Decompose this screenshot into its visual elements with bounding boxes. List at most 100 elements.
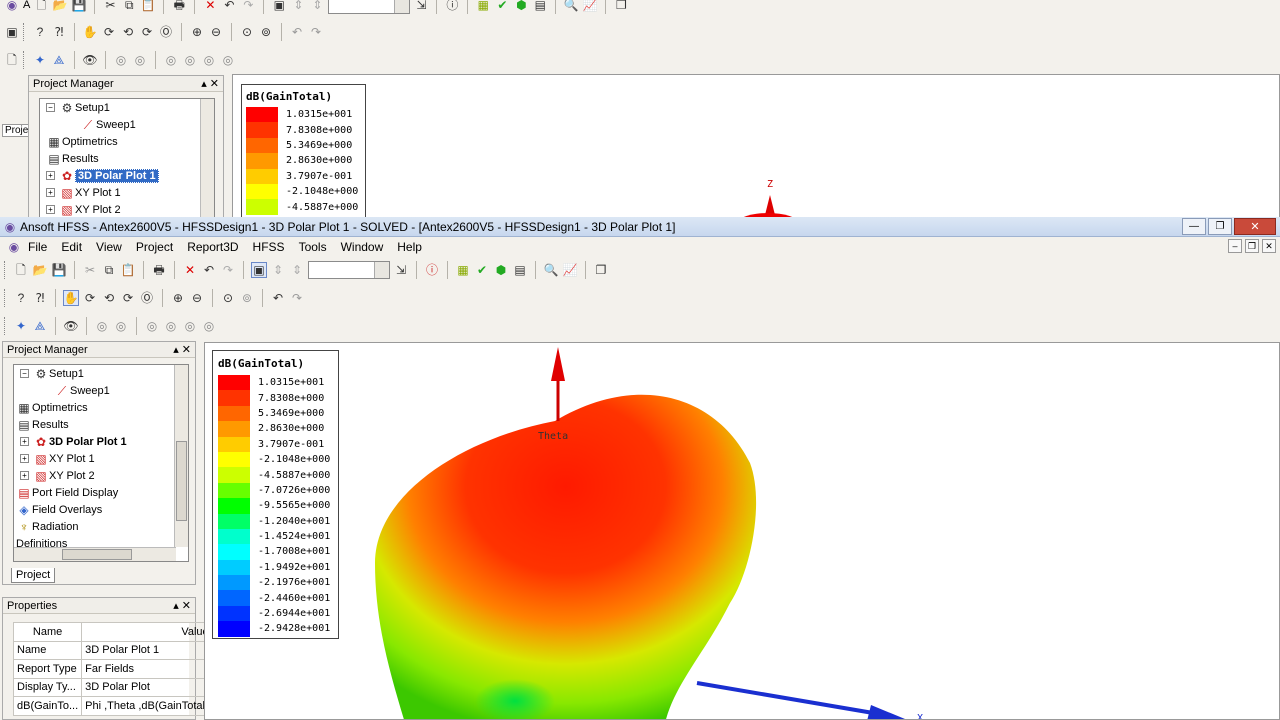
- mdi-minimize-button[interactable]: –: [1228, 239, 1242, 253]
- tree-optimetrics[interactable]: ▦ Optimetrics: [14, 399, 188, 416]
- context-help-icon[interactable]: ⁈: [32, 290, 48, 306]
- orient-icon[interactable]: Ⓞ: [158, 24, 174, 40]
- orient-icon[interactable]: Ⓞ: [139, 290, 155, 306]
- bg-tree-sweep[interactable]: ⟋ Sweep1: [40, 116, 214, 133]
- results-icon[interactable]: ▤: [532, 0, 548, 13]
- property-row[interactable]: Display Ty... 3D Polar Plot: [12, 677, 213, 697]
- grid-icon[interactable]: ⇲: [413, 0, 429, 13]
- menu-file[interactable]: File: [28, 240, 47, 254]
- eye-icon[interactable]: 👁: [82, 52, 98, 68]
- save-icon[interactable]: 💾: [71, 0, 87, 13]
- property-row[interactable]: dB(GainTo... Phi ,Theta ,dB(GainTotal): [12, 696, 213, 716]
- tree-results[interactable]: ▤ Results: [14, 416, 188, 433]
- draw-icon[interactable]: ✦: [32, 52, 48, 68]
- mdi-close-button[interactable]: ✕: [1262, 239, 1276, 253]
- menu-hfss[interactable]: HFSS: [253, 240, 285, 254]
- bg-tree-optimetrics[interactable]: ▦ Optimetrics: [40, 133, 214, 150]
- view2-icon[interactable]: ◎: [113, 318, 129, 334]
- properties-controls[interactable]: ▴ ✕: [173, 599, 191, 612]
- zoom-out-icon[interactable]: ⊖: [208, 24, 224, 40]
- print-icon[interactable]: 🖶: [171, 0, 187, 13]
- tree-xy-plot-1[interactable]: + ▧ XY Plot 1: [14, 450, 188, 467]
- tree-3d-polar-plot[interactable]: + ✿ 3D Polar Plot 1: [14, 433, 188, 450]
- layout-icon[interactable]: ❐: [613, 0, 629, 13]
- menu-project[interactable]: Project: [136, 240, 173, 254]
- undo-view-icon[interactable]: ↶: [270, 290, 286, 306]
- bg-side-tab[interactable]: Proje: [2, 124, 32, 137]
- fit-icon[interactable]: ⇕: [309, 0, 325, 13]
- tree-sweep1[interactable]: ⟋ Sweep1: [14, 382, 188, 399]
- tree-setup1[interactable]: − ⚙ Setup1: [14, 365, 188, 382]
- open-icon[interactable]: 📂: [52, 0, 68, 13]
- restore-button[interactable]: ❐: [1208, 218, 1232, 235]
- undo-icon[interactable]: ↶: [221, 0, 237, 13]
- menu-edit[interactable]: Edit: [61, 240, 82, 254]
- bg-tree-xy2[interactable]: + ▧ XY Plot 2: [40, 201, 214, 218]
- fit-sel-icon[interactable]: ⊚: [239, 290, 255, 306]
- property-row[interactable]: Name 3D Polar Plot 1: [12, 640, 213, 660]
- rotate3-icon[interactable]: ⟳: [139, 24, 155, 40]
- validate-icon[interactable]: ▦: [455, 262, 471, 278]
- hand-icon[interactable]: ✋: [82, 24, 98, 40]
- mdi-restore-button[interactable]: ❐: [1245, 239, 1259, 253]
- validate-icon[interactable]: ▦: [475, 0, 491, 13]
- bg-tree-results[interactable]: ▤ Results: [40, 150, 214, 167]
- select-icon[interactable]: ▣: [251, 262, 267, 278]
- view6-icon[interactable]: ◎: [201, 318, 217, 334]
- bg-tree-xy1[interactable]: + ▧ XY Plot 1: [40, 184, 214, 201]
- grid-icon[interactable]: ⇲: [393, 262, 409, 278]
- plot-viewport[interactable]: dB(GainTotal) 1.0315e+001 7.8308e+000 5.34…: [204, 342, 1280, 720]
- close-button[interactable]: ✕: [1234, 218, 1276, 235]
- print-icon[interactable]: 🖶: [151, 262, 167, 278]
- view2-icon[interactable]: ◎: [132, 52, 148, 68]
- tree-xy-plot-2[interactable]: + ▧ XY Plot 2: [14, 467, 188, 484]
- cut-icon[interactable]: ✂: [82, 262, 98, 278]
- check-icon[interactable]: ✔: [494, 0, 510, 13]
- cut-icon[interactable]: ✂: [102, 0, 118, 13]
- menu-window[interactable]: Window: [341, 240, 384, 254]
- bg-tree-scrollbar[interactable]: [200, 99, 214, 217]
- copy-icon[interactable]: ⧉: [121, 0, 137, 13]
- rotate3-icon[interactable]: ⟳: [120, 290, 136, 306]
- paste-icon[interactable]: 📋: [120, 262, 136, 278]
- col-name[interactable]: Name: [12, 622, 83, 642]
- polar-plot-3d[interactable]: Theta X: [205, 343, 1280, 720]
- check-icon[interactable]: ✔: [474, 262, 490, 278]
- new-icon[interactable]: 🗋: [33, 0, 49, 13]
- analyze-icon[interactable]: ⬢: [493, 262, 509, 278]
- fit-all-icon[interactable]: ⊙: [239, 24, 255, 40]
- delete-icon[interactable]: ✕: [202, 0, 218, 13]
- copy-icon[interactable]: ⧉: [101, 262, 117, 278]
- layout-icon[interactable]: ❐: [593, 262, 609, 278]
- bg-combo[interactable]: [328, 0, 411, 14]
- select-icon[interactable]: ▣: [271, 0, 287, 13]
- open-icon[interactable]: 📂: [32, 262, 48, 278]
- help-icon[interactable]: ?: [32, 24, 48, 40]
- view5-icon[interactable]: ◎: [201, 52, 217, 68]
- selection-combo[interactable]: [308, 261, 390, 279]
- results-icon[interactable]: ▤: [512, 262, 528, 278]
- bg-tree-polar[interactable]: + ✿ 3D Polar Plot 1: [40, 167, 214, 184]
- menu-tools[interactable]: Tools: [299, 240, 327, 254]
- menu-report3d[interactable]: Report3D: [187, 240, 238, 254]
- rotate2-icon[interactable]: ⟲: [101, 290, 117, 306]
- save-icon[interactable]: 💾: [51, 262, 67, 278]
- project-tab[interactable]: Project: [11, 568, 56, 583]
- zoom-out-icon[interactable]: ⊖: [189, 290, 205, 306]
- view5-icon[interactable]: ◎: [182, 318, 198, 334]
- view3-icon[interactable]: ◎: [144, 318, 160, 334]
- pan-icon[interactable]: ⇕: [270, 262, 286, 278]
- view1-icon[interactable]: ◎: [113, 52, 129, 68]
- fit-all-icon[interactable]: ⊙: [220, 290, 236, 306]
- zoom-in-icon[interactable]: ⊕: [170, 290, 186, 306]
- col-value[interactable]: Value: [81, 622, 213, 642]
- hand-icon[interactable]: ✋: [63, 290, 79, 306]
- undo-view-icon[interactable]: ↶: [289, 24, 305, 40]
- view1-icon[interactable]: ◎: [94, 318, 110, 334]
- analyze-icon[interactable]: ⬢: [513, 0, 529, 13]
- zoom-icon[interactable]: 🔍: [543, 262, 559, 278]
- bg-pm-controls[interactable]: ▴ ✕: [201, 77, 219, 90]
- fit-sel-icon[interactable]: ⊚: [258, 24, 274, 40]
- property-row[interactable]: Report Type Far Fields: [12, 659, 213, 679]
- context-help-icon[interactable]: ⁈: [51, 24, 67, 40]
